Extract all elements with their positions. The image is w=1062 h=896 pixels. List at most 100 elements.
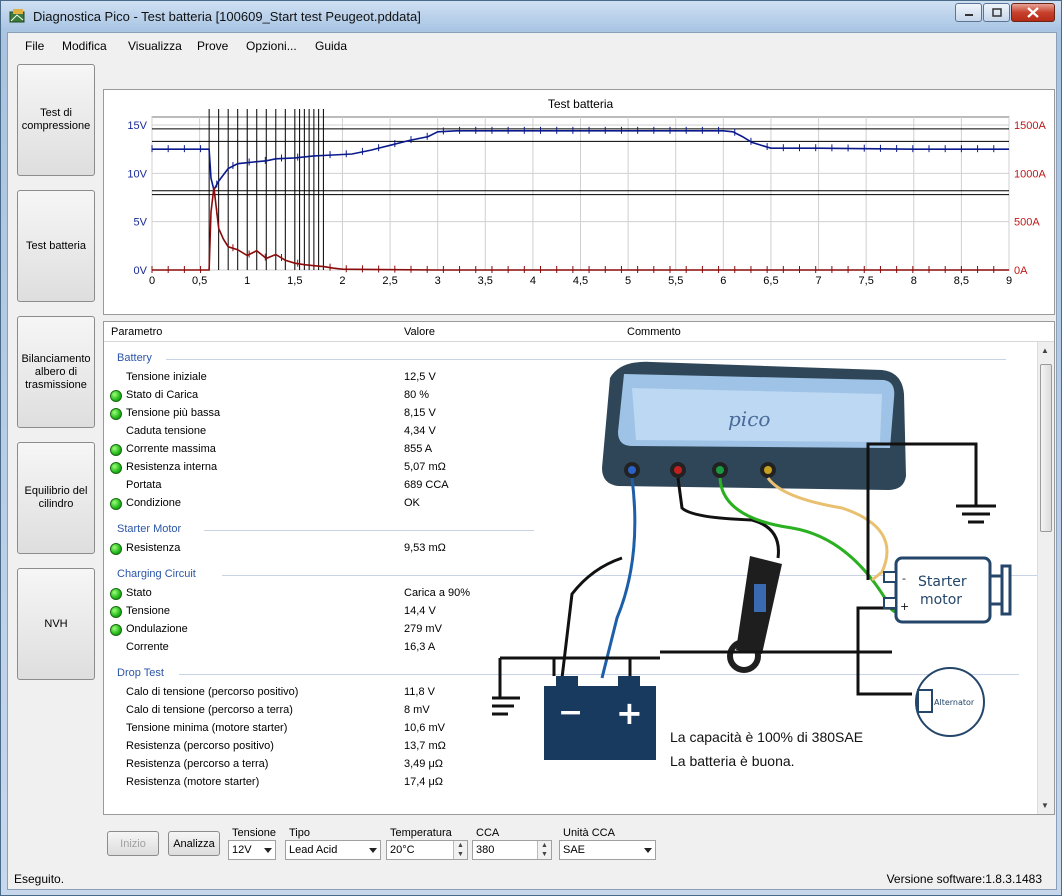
spinner-buttons[interactable]: ▲ ▼ [537,841,551,859]
menu-guida[interactable]: Guida [315,39,347,53]
x-tick-label: 1 [244,275,250,287]
battery-chart: 0 0,5 1 1,5 2 2,5 3 3,5 4 4,5 5 5,5 6 6,5 7 7,5 8 8,5 9 15V… [127,97,1046,287]
x-tick-label: 4,5 [573,275,588,287]
pico-device-icon: pico [602,361,906,490]
y-right-tick-label: 1500A [1014,120,1046,132]
scroll-down-icon[interactable]: ▼ [1041,801,1049,810]
test-compressione-button[interactable]: Test di compressione [17,64,95,176]
parameter-value: 689 CCA [404,479,449,491]
bilanciamento-albero-button[interactable]: Bilanciamento albero di trasmissione [17,316,95,428]
parameter-value: 4,34 V [404,425,436,437]
tipo-select[interactable]: Lead Acid [285,840,381,860]
parameter-name: Resistenza (motore starter) [126,776,260,788]
inizio-button[interactable]: Inizio [107,831,159,856]
temperatura-value: 20°C [390,844,415,856]
equilibrio-cilindro-button[interactable]: Equilibrio del cilindro [17,442,95,554]
spin-up-icon[interactable]: ▲ [538,841,551,850]
x-tick-label: 6,5 [763,275,778,287]
window-title: Diagnostica Pico - Test batteria [100609… [33,9,421,24]
header-commento[interactable]: Commento [627,326,681,338]
parameter-value: 14,4 V [404,605,436,617]
wiring-diagram: pico − + Starter motor - + Alternator La… [480,361,1012,769]
x-tick-label: 9 [1006,275,1012,287]
scroll-thumb[interactable] [1040,364,1052,532]
diagram-comment-1: La capacità è 100% di 380SAE [670,729,863,745]
parameter-value: 279 mV [404,623,442,635]
unita-cca-label: Unità CCA [563,827,615,839]
tipo-label: Tipo [289,827,310,839]
minimize-button[interactable] [955,3,982,22]
alternator-label: Alternator [934,698,975,707]
x-tick-label: 4 [530,275,536,287]
client-area: File Modifica Visualizza Prove Opzioni..… [7,32,1057,890]
y-left-tick-label: 10V [127,168,147,180]
chevron-down-icon [369,848,377,853]
spinner-buttons[interactable]: ▲ ▼ [453,841,467,859]
x-tick-label: 8 [911,275,917,287]
bottom-toolbar: Inizio Analizza Tensione 12V Tipo Lead A… [8,819,1056,889]
starter-minus-label: - [902,572,906,585]
unita-cca-select[interactable]: SAE [559,840,656,860]
nvh-button[interactable]: NVH [17,568,95,680]
unita-cca-value: SAE [563,844,586,856]
close-icon [1027,7,1039,18]
status-ok-icon [110,588,122,600]
cca-spinner[interactable]: 380 ▲ ▼ [472,840,552,860]
spin-down-icon[interactable]: ▼ [538,850,551,859]
status-text: Eseguito. [14,872,65,886]
y-left-tick-label: 0V [134,265,148,277]
starter-motor-icon: Starter motor - + [883,556,1012,624]
parameter-name: Ondulazione [126,623,188,635]
status-ok-icon [110,624,122,636]
menu-modifica[interactable]: Modifica [62,39,107,53]
y-right-tick-label: 500A [1014,217,1040,229]
y-left-tick-label: 15V [127,120,147,132]
sidebar-label: Test di compressione [21,107,91,132]
close-button[interactable] [1011,3,1055,22]
status-ok-icon [110,390,122,402]
spin-down-icon[interactable]: ▼ [454,850,467,859]
table-scrollbar[interactable]: ▲ ▼ [1037,342,1054,814]
temperatura-label: Temperatura [390,827,452,839]
parameter-name: Resistenza (percorso a terra) [126,758,269,770]
tipo-value: Lead Acid [289,844,338,856]
starter-label-2: motor [920,592,962,608]
parameter-name: Condizione [126,497,182,509]
ground-icon [956,504,996,524]
parameter-value: OK [404,497,420,509]
analizza-button[interactable]: Analizza [168,831,220,856]
y-right-tick-label: 1000A [1014,168,1046,180]
ground-icon [480,696,520,716]
menu-visualizza[interactable]: Visualizza [128,39,182,53]
section-title: Starter Motor [117,523,182,535]
parameter-name: Corrente [126,641,169,653]
app-icon [9,8,27,24]
parameter-name: Calo di tensione (percorso a terra) [126,704,293,716]
menu-opzioni[interactable]: Opzioni... [246,39,297,53]
header-valore[interactable]: Valore [404,326,435,338]
battery-minus-label: − [558,695,583,730]
x-tick-label: 3,5 [478,275,493,287]
parameter-value: 8,15 V [404,407,436,419]
parameter-value: 5,07 mΩ [404,461,446,473]
maximize-button[interactable] [983,3,1010,22]
diagram-comment-2: La batteria è buona. [670,753,795,769]
parameter-value: 13,7 mΩ [404,740,446,752]
menu-prove[interactable]: Prove [197,39,228,53]
header-parametro[interactable]: Parametro [111,326,162,338]
scroll-up-icon[interactable]: ▲ [1041,346,1049,355]
section-title: Battery [117,352,152,364]
parameter-name: Tensione iniziale [126,371,207,383]
parameter-value: 855 A [404,443,433,455]
section-title: Drop Test [117,667,164,679]
temperatura-spinner[interactable]: 20°C ▲ ▼ [386,840,468,860]
tensione-select[interactable]: 12V [228,840,276,860]
test-batteria-button[interactable]: Test batteria [17,190,95,302]
menu-file[interactable]: File [25,39,44,53]
status-ok-icon [110,408,122,420]
spin-up-icon[interactable]: ▲ [454,841,467,850]
parameter-value: 11,8 V [404,686,435,698]
battery-plus-label: + [616,694,643,732]
x-tick-label: 3 [435,275,441,287]
parameter-value: 12,5 V [404,371,436,383]
